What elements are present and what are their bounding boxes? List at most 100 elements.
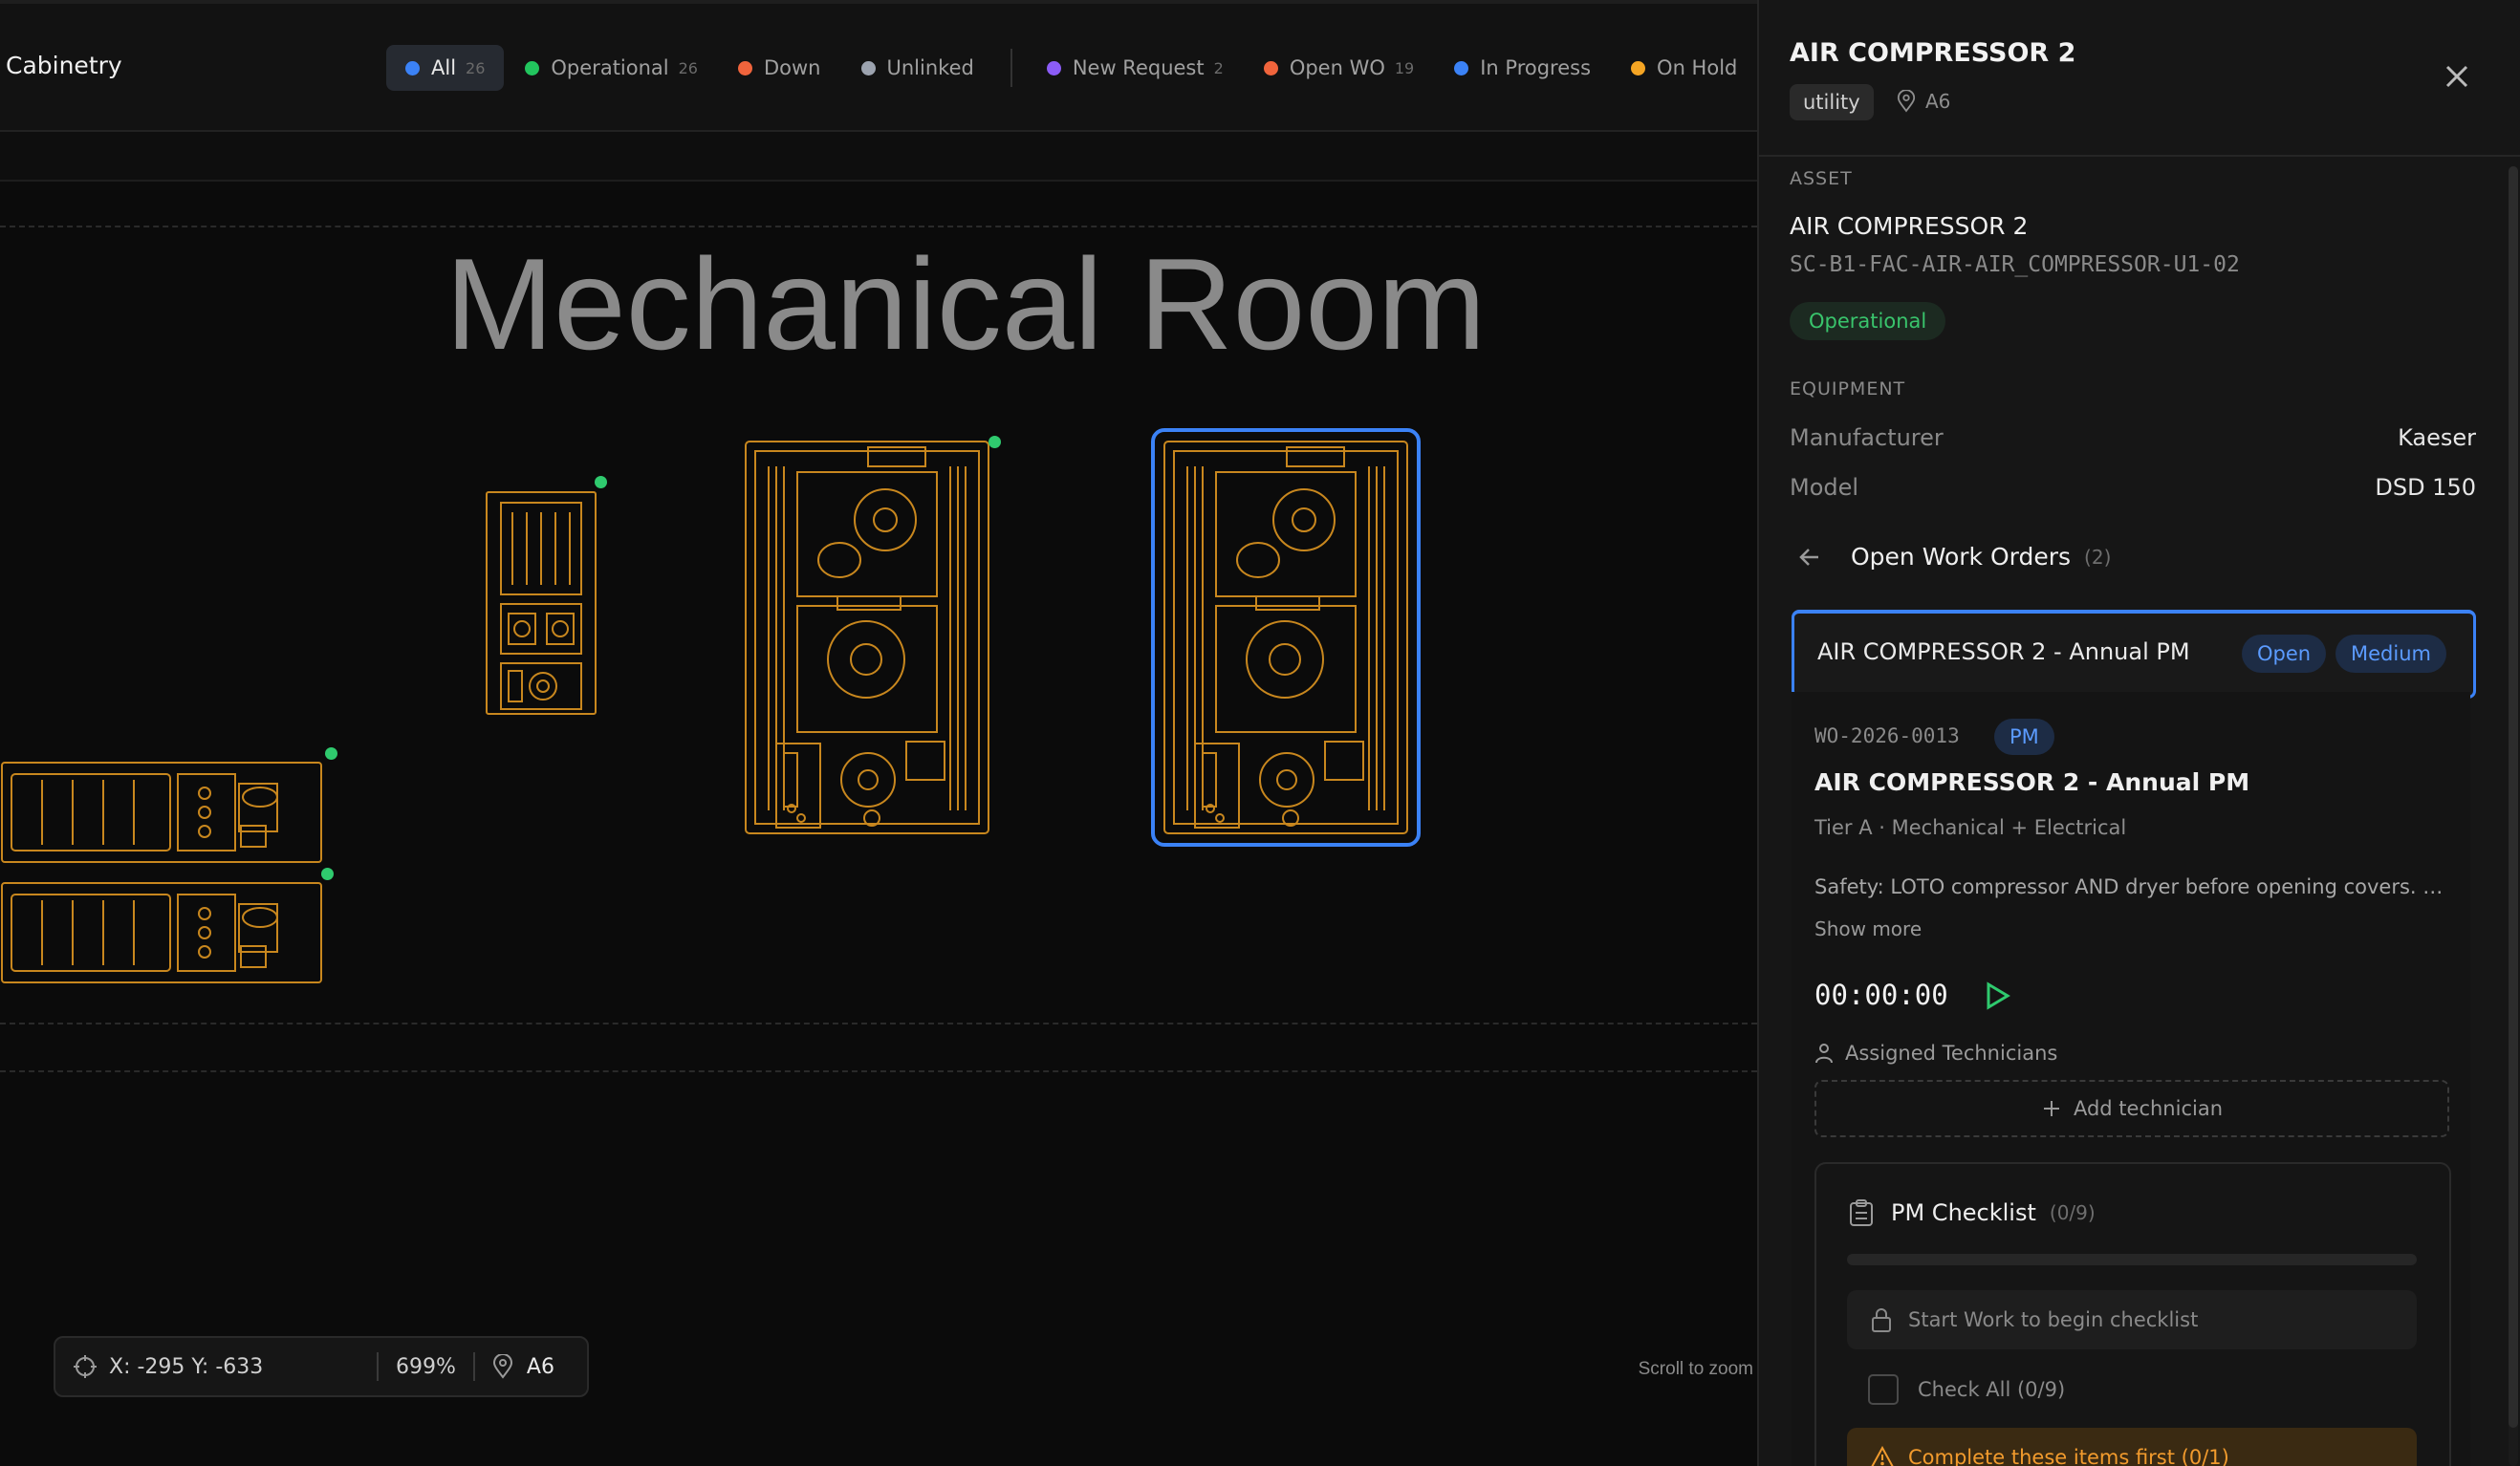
location-text: A6 <box>526 1354 554 1379</box>
equipment-small-cabinet[interactable] <box>484 476 607 717</box>
status-filters: All 26 Operational 26 Down Unlinked New … <box>386 44 1758 92</box>
open-work-orders-label: Open Work Orders <box>1851 543 2072 571</box>
filter-count: 26 <box>466 58 486 77</box>
scroll-hint: Scroll to zoom <box>1638 1359 1753 1379</box>
checklist-header: PM Checklist (0/9) <box>1849 1198 2096 1227</box>
filter-count: 19 <box>1394 58 1415 77</box>
model-label: Model <box>1790 474 1859 501</box>
filter-divider <box>1010 49 1012 87</box>
dot-icon <box>1631 60 1646 75</box>
assigned-label-text: Assigned Technicians <box>1845 1042 2058 1065</box>
location-text: A6 <box>1925 90 1951 113</box>
filter-label: In Progress <box>1480 56 1592 79</box>
locked-text: Start Work to begin checklist <box>1908 1308 2199 1331</box>
floor-title: Cabinetry <box>6 52 122 79</box>
filter-label: Unlinked <box>886 56 974 79</box>
equipment-horizontal-unit-1[interactable] <box>0 747 337 866</box>
panel-title: AIR COMPRESSOR 2 <box>1790 38 2076 68</box>
safety-note: Safety: LOTO compressor AND dryer before… <box>1814 875 2455 898</box>
map-pin-icon <box>1897 90 1916 113</box>
filter-count: 26 <box>678 58 698 77</box>
dot-icon <box>1263 60 1278 75</box>
filter-label: Down <box>763 56 821 79</box>
dot-icon <box>860 60 876 75</box>
floorplan-canvas[interactable]: Mechanical Room X: -295 Y: -633 699% A6 … <box>0 182 1757 1466</box>
equipment-air-compressor-2[interactable] <box>1151 428 1421 847</box>
room-boundary-line <box>0 226 1757 227</box>
checkbox[interactable] <box>1868 1374 1899 1405</box>
filter-on-hold[interactable]: On Hold <box>1612 45 1756 91</box>
dot-icon <box>525 60 540 75</box>
dot-icon <box>737 60 752 75</box>
filter-unlinked[interactable]: Unlinked <box>842 45 993 91</box>
dot-icon <box>405 60 420 75</box>
equipment-horizontal-unit-2[interactable] <box>0 868 334 986</box>
room-label: Mechanical Room <box>445 231 1487 377</box>
show-more-link[interactable]: Show more <box>1814 917 1922 940</box>
play-icon[interactable] <box>1981 981 2011 1011</box>
locked-notice: Start Work to begin checklist <box>1847 1290 2417 1349</box>
lock-icon <box>1872 1308 1891 1332</box>
filter-down[interactable]: Down <box>719 45 840 91</box>
status-dot <box>325 747 337 760</box>
status-dot <box>595 476 607 488</box>
dot-icon <box>1046 60 1061 75</box>
room-boundary-line <box>0 1070 1757 1072</box>
warning-icon <box>1871 1446 1894 1466</box>
coordinate-readout: X: -295 Y: -633 <box>55 1338 377 1395</box>
assigned-technicians-label: Assigned Technicians <box>1814 1042 2057 1065</box>
work-order-detail: WO-2026-0013 PM AIR COMPRESSOR 2 - Annua… <box>1792 692 2470 1466</box>
manufacturer-label: Manufacturer <box>1790 424 1944 451</box>
filter-operational[interactable]: Operational 26 <box>506 45 717 91</box>
work-order-title: AIR COMPRESSOR 2 - Annual PM <box>1814 768 2250 796</box>
open-work-orders-header: Open Work Orders (2) <box>1797 543 2111 571</box>
clipboard-icon <box>1850 1199 1873 1226</box>
asset-detail-panel: AIR COMPRESSOR 2 utility A6 ASSET AIR CO… <box>1757 0 2520 1466</box>
scrollbar-thumb[interactable] <box>2509 166 2518 1428</box>
close-icon[interactable] <box>2440 59 2474 94</box>
asset-section-label: ASSET <box>1790 168 1853 189</box>
zoom-level: 699% <box>396 1354 456 1379</box>
filter-all[interactable]: All 26 <box>386 45 505 91</box>
filter-label: Operational <box>551 56 669 79</box>
filter-new-request[interactable]: New Request 2 <box>1028 45 1243 91</box>
checklist-count: (0/9) <box>2049 1201 2096 1224</box>
filter-label: New Request <box>1072 56 1205 79</box>
asset-name: AIR COMPRESSOR 2 <box>1790 212 2029 240</box>
category-tag: utility <box>1790 84 1874 120</box>
add-technician-label: Add technician <box>2073 1097 2224 1120</box>
warning-text: Complete these items first (0/1) <box>1908 1446 2229 1466</box>
add-technician-button[interactable]: Add technician <box>1814 1080 2449 1137</box>
filter-toolbar: Cabinetry All 26 Operational 26 Down Unl… <box>0 4 1757 132</box>
filter-in-progress[interactable]: In Progress <box>1435 45 1610 91</box>
equipment-section-label: EQUIPMENT <box>1790 378 1906 399</box>
timer-display: 00:00:00 <box>1814 979 1948 1011</box>
check-all-label: Check All (0/9) <box>1918 1378 2066 1401</box>
arrow-left-icon[interactable] <box>1797 545 1822 570</box>
work-order-card[interactable]: AIR COMPRESSOR 2 - Annual PM Open Medium <box>1792 610 2476 699</box>
manufacturer-value: Kaeser <box>2398 424 2476 451</box>
filter-open-wo[interactable]: Open WO 19 <box>1245 45 1433 91</box>
asset-code: SC-B1-FAC-AIR-AIR_COMPRESSOR-U1-02 <box>1790 252 2240 277</box>
check-all-checkbox[interactable]: Check All (0/9) <box>1868 1374 2065 1405</box>
checklist-title: PM Checklist <box>1891 1199 2036 1226</box>
filter-label: On Hold <box>1657 56 1738 79</box>
panel-header: AIR COMPRESSOR 2 utility A6 <box>1759 0 2520 157</box>
filter-count: 2 <box>1213 58 1224 77</box>
map-pin-icon <box>492 1354 512 1379</box>
location-readout: A6 <box>475 1338 572 1395</box>
equipment-air-compressor-1[interactable] <box>742 436 1001 837</box>
filter-label: Open WO <box>1289 56 1385 79</box>
status-dot <box>988 436 1001 448</box>
crosshair-icon <box>74 1355 97 1378</box>
dot-icon <box>1454 60 1469 75</box>
status-dot <box>321 868 334 880</box>
filter-label: All <box>431 56 457 79</box>
work-order-id: WO-2026-0013 <box>1814 724 1960 747</box>
location-label: A6 <box>1897 90 1950 113</box>
user-icon <box>1815 1044 1833 1064</box>
work-order-title: AIR COMPRESSOR 2 - Annual PM <box>1817 638 2190 665</box>
coordinate-bar: X: -295 Y: -633 699% A6 <box>54 1336 589 1397</box>
pm-checklist: PM Checklist (0/9) Start Work to begin c… <box>1814 1162 2451 1466</box>
priority-badge: Medium <box>2335 635 2446 673</box>
